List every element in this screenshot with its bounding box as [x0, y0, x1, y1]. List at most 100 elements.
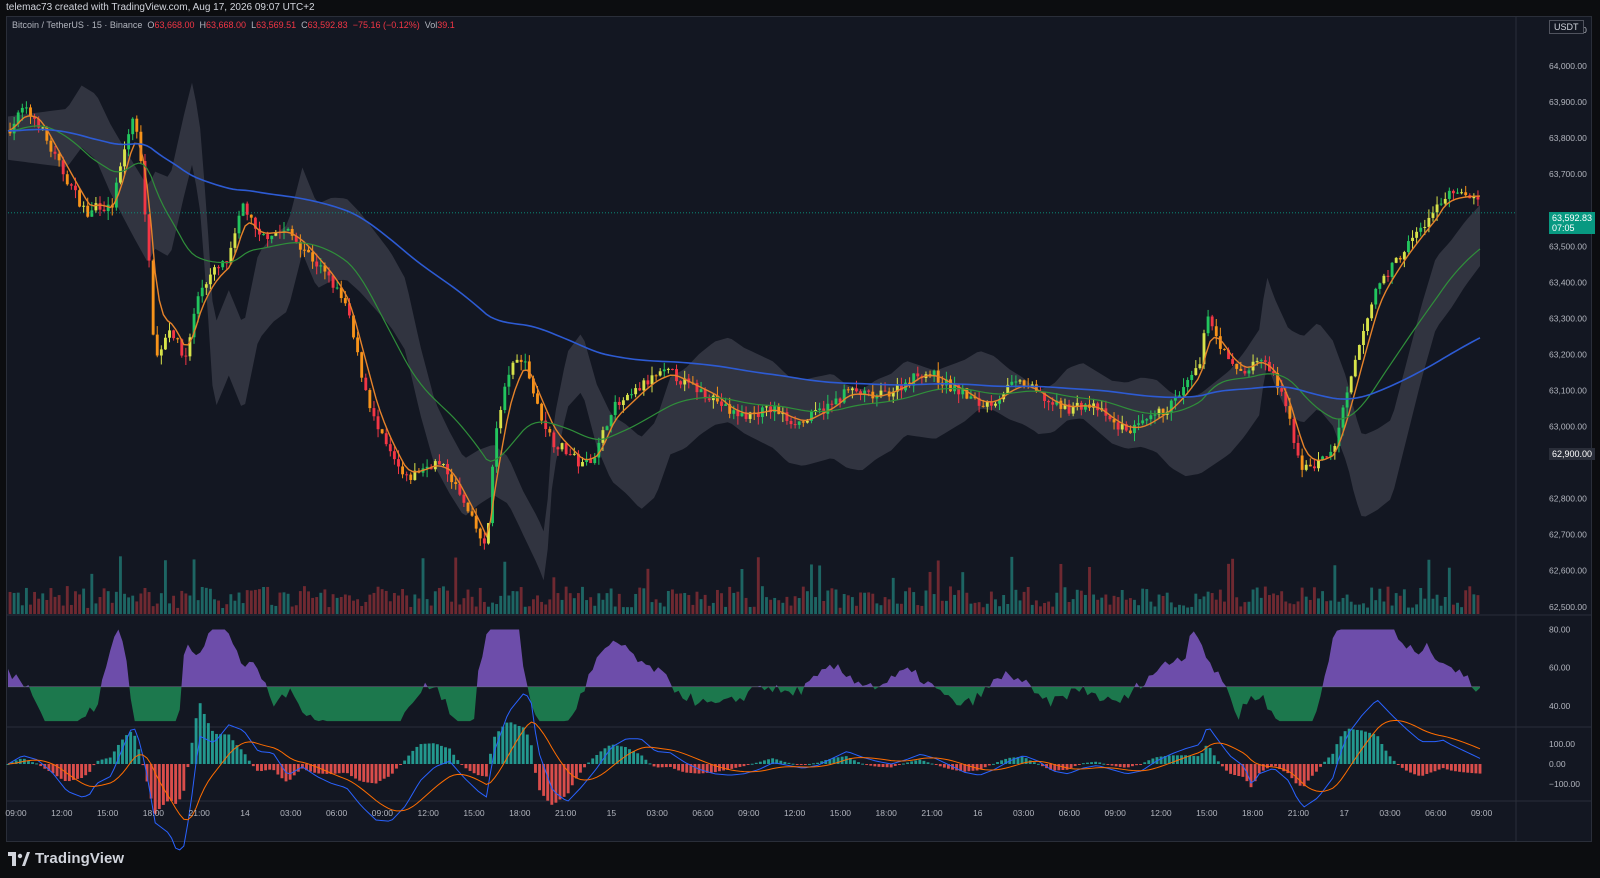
volume-bar — [388, 601, 392, 614]
tradingview-logo[interactable]: TradingView — [8, 850, 124, 867]
macd-histogram-bar — [1359, 730, 1363, 764]
chart-canvas[interactable]: 64,100.0064,000.0063,900.0063,800.0063,7… — [0, 0, 1600, 878]
currency-button[interactable]: USDT — [1549, 20, 1584, 34]
volume-bar — [1190, 606, 1194, 614]
volume-bar — [1194, 593, 1198, 614]
macd-histogram-bar — [807, 763, 811, 765]
candle — [732, 410, 736, 414]
volume-bar — [769, 599, 773, 614]
candle — [102, 209, 106, 212]
volume-bar — [372, 592, 376, 614]
volume-bar — [176, 607, 180, 614]
candle — [1386, 275, 1390, 277]
volume-bar — [994, 599, 997, 614]
macd-histogram-bar — [1302, 764, 1306, 787]
candle — [789, 420, 793, 425]
macd-histogram-bar — [231, 740, 235, 764]
macd-histogram-bar — [296, 764, 300, 772]
volume-bar — [552, 577, 556, 614]
rsi-area-up — [8, 629, 1480, 687]
rsi-axis-label: 80.00 — [1549, 625, 1571, 635]
candle — [1198, 364, 1202, 369]
macd-histogram-bar — [1249, 764, 1253, 788]
candle — [519, 359, 523, 362]
macd-histogram-bar — [1143, 762, 1147, 764]
candle — [204, 284, 208, 288]
macd-histogram-bar — [722, 764, 725, 771]
volume-bar — [200, 586, 204, 614]
volume-bar — [765, 597, 768, 614]
candle — [613, 401, 617, 416]
macd-histogram-bar — [1216, 761, 1220, 764]
price-tick-label: 63,400.00 — [1549, 277, 1587, 287]
volume-bar — [822, 600, 826, 614]
volume-bar — [335, 597, 339, 614]
volume-bar — [425, 599, 429, 614]
candle — [266, 234, 270, 240]
time-tick-label: 12:00 — [418, 808, 440, 818]
volume-bar — [1055, 592, 1059, 614]
volume-bar — [789, 605, 793, 614]
macd-histogram-bar — [1196, 756, 1200, 764]
volume-bar — [405, 595, 409, 614]
macd-histogram-bar — [701, 764, 705, 774]
macd-histogram-bar — [333, 764, 337, 774]
macd-histogram-bar — [35, 763, 39, 765]
macd-histogram-bar — [403, 760, 407, 764]
macd-histogram-bar — [562, 764, 566, 797]
macd-histogram-bar — [1355, 729, 1359, 764]
macd-histogram-bar — [411, 750, 415, 764]
candle — [388, 444, 392, 452]
macd-histogram-bar — [460, 764, 464, 765]
volume-bar — [172, 595, 176, 614]
macd-histogram-bar — [1000, 760, 1004, 764]
volume-bar — [495, 604, 499, 614]
volume-bar — [1137, 605, 1141, 614]
symbol-legend: Bitcoin / TetherUS · 15 · Binance O63,66… — [12, 20, 455, 30]
volume-bar — [1116, 597, 1120, 614]
candle — [482, 538, 486, 544]
candle — [98, 203, 102, 210]
volume-bar — [810, 564, 813, 614]
volume-bar — [65, 586, 69, 614]
candle — [1231, 359, 1235, 364]
volume-bar — [429, 605, 433, 614]
candle — [69, 184, 73, 186]
candle — [364, 377, 368, 391]
volume-bar — [630, 607, 633, 614]
volume-bar — [1169, 602, 1173, 614]
macd-histogram-bar — [685, 764, 689, 773]
volume-bar — [748, 607, 752, 614]
candle — [830, 403, 834, 405]
macd-histogram-bar — [583, 764, 586, 768]
volume-bar — [1276, 595, 1280, 614]
volume-bar — [724, 606, 728, 614]
candle — [131, 118, 135, 135]
macd-histogram-bar — [415, 746, 419, 764]
candle — [658, 371, 662, 376]
macd-histogram-bar — [227, 734, 231, 764]
candle — [1362, 331, 1365, 346]
volume-bar — [1382, 601, 1386, 614]
candle — [548, 429, 552, 433]
macd-histogram-bar — [484, 764, 488, 777]
open-value: 63,668.00 — [154, 20, 195, 30]
candle — [1259, 360, 1263, 362]
volume-bar — [1386, 586, 1390, 614]
volume-bar — [740, 569, 744, 614]
macd-histogram-bar — [1319, 764, 1322, 767]
macd-histogram-bar — [341, 764, 345, 773]
candle — [773, 406, 777, 413]
macd-histogram-bar — [427, 743, 431, 764]
candle — [196, 296, 200, 314]
macd-histogram-bar — [558, 764, 562, 800]
volume-bar — [699, 599, 703, 614]
volume-bar — [912, 592, 916, 614]
volume-bar — [977, 602, 981, 614]
candle — [1427, 217, 1431, 227]
volume-bar — [949, 586, 952, 614]
volume-bar — [1353, 604, 1357, 614]
volume-bar — [609, 588, 613, 614]
macd-histogram-bar — [1081, 763, 1085, 765]
candle — [1210, 316, 1214, 327]
